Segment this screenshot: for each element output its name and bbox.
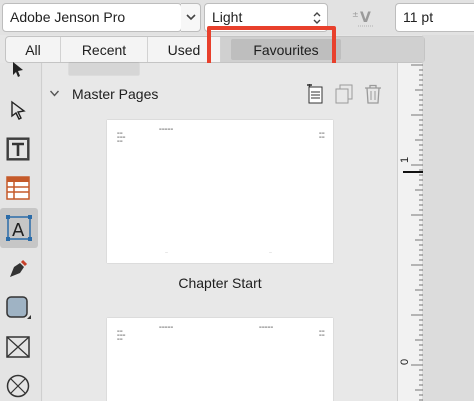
page-thumbnail-partial[interactable] xyxy=(69,63,139,75)
master-page-caption: Chapter Start xyxy=(178,275,262,291)
artistic-text-tool-icon: A xyxy=(6,215,32,241)
thumb-header-left: ▬▬▬▬▬ xyxy=(159,127,174,131)
vector-crop-icon xyxy=(6,374,30,398)
tools-panel: A xyxy=(0,61,42,401)
thumb2-margin-note-right: ▬▬ ▬▬ xyxy=(319,329,325,337)
table-tool-button[interactable] xyxy=(4,174,32,202)
chevron-down-icon xyxy=(185,14,196,21)
pen-tool-button[interactable] xyxy=(4,255,32,283)
pen-tool-icon xyxy=(10,259,28,277)
move-tool-button[interactable] xyxy=(4,61,32,79)
font-toolbar: Adobe Jenson Pro Light ± V 11 pt xyxy=(0,0,474,35)
font-family-dropdown-button[interactable] xyxy=(181,3,201,32)
delete-page-icon[interactable] xyxy=(364,84,382,104)
master-page-thumbnail-chapter-start[interactable]: ▬▬▬▬▬ ▬▬ ▬▬▬ ▬▬ ▬▬ ▬▬ — — xyxy=(107,120,333,263)
vector-crop-button[interactable] xyxy=(4,372,32,400)
thumb-footer-left: — xyxy=(165,250,168,254)
thumb2-header-left: ▬▬▬▬▬ xyxy=(159,325,174,329)
shape-tool-icon xyxy=(6,296,31,319)
tab-used[interactable]: Used xyxy=(148,37,221,62)
move-tool-icon xyxy=(13,62,23,77)
tab-favourites[interactable]: Favourites xyxy=(221,37,424,62)
table-tool-icon xyxy=(6,176,30,200)
font-size-value: 11 pt xyxy=(403,9,434,25)
font-style-value: Light xyxy=(212,9,243,25)
font-family-field[interactable]: Adobe Jenson Pro xyxy=(2,3,182,32)
svg-text:V: V xyxy=(360,10,371,26)
vertical-ruler[interactable]: 1 0 xyxy=(397,63,423,401)
svg-text:A: A xyxy=(12,220,25,241)
thumb2-margin-note: ▬▬ ▬▬▬ ▬▬ xyxy=(117,329,126,341)
ruler-label-0: 0 xyxy=(399,358,411,365)
master-pages-title: Master Pages xyxy=(72,86,159,102)
tab-favourites-pill: Favourites xyxy=(231,39,341,60)
font-style-stepper[interactable] xyxy=(306,3,328,32)
tab-favourites-label: Favourites xyxy=(253,41,319,58)
picture-frame-button[interactable] xyxy=(4,333,32,361)
disclosure-chevron-icon[interactable] xyxy=(50,90,59,97)
pages-panel: Master Pages ▬▬▬▬▬ ▬▬ ▬▬▬ ▬▬ ▬▬ ▬▬ — — Chap… xyxy=(43,63,397,401)
thumb2-header-right: ▬▬▬▬▬ xyxy=(259,325,274,329)
thumb-margin-note-right: ▬▬ ▬▬ xyxy=(319,131,325,139)
svg-text:±: ± xyxy=(352,10,359,19)
kerning-icon[interactable]: ± V xyxy=(350,5,380,31)
tab-used-label: Used xyxy=(167,41,201,58)
shape-tool-button[interactable] xyxy=(4,294,32,322)
frame-text-tool-button[interactable] xyxy=(4,135,32,163)
tab-all-label: All xyxy=(25,41,41,58)
font-family-value: Adobe Jenson Pro xyxy=(10,9,126,25)
add-master-page-icon[interactable] xyxy=(306,84,324,104)
font-size-field[interactable]: 11 pt xyxy=(395,3,474,32)
node-tool-button[interactable] xyxy=(4,96,32,124)
duplicate-page-icon[interactable] xyxy=(335,84,353,104)
node-tool-icon xyxy=(11,100,26,120)
tab-recent-label: Recent xyxy=(81,41,127,58)
master-page-thumbnail-2[interactable]: ▬▬▬▬▬ ▬▬▬▬▬ ▬▬ ▬▬▬ ▬▬ ▬▬ ▬▬ xyxy=(107,318,333,401)
frame-text-tool-icon xyxy=(6,137,30,161)
right-panel-edge xyxy=(422,35,474,401)
thumb-margin-note: ▬▬ ▬▬▬ ▬▬ xyxy=(117,131,126,143)
up-down-chevron-icon xyxy=(313,11,321,24)
filter-tabs: All Recent Used Favourites xyxy=(5,36,425,63)
thumb-footer-right: — xyxy=(269,250,272,254)
ruler-label-1: 1 xyxy=(399,156,411,163)
tab-all[interactable]: All xyxy=(6,37,61,62)
picture-frame-icon xyxy=(6,336,30,358)
master-pages-header: Master Pages xyxy=(43,81,397,107)
artistic-text-tool-button[interactable]: A xyxy=(0,208,38,248)
ruler-ticks xyxy=(403,64,423,401)
tab-recent[interactable]: Recent xyxy=(61,37,148,62)
